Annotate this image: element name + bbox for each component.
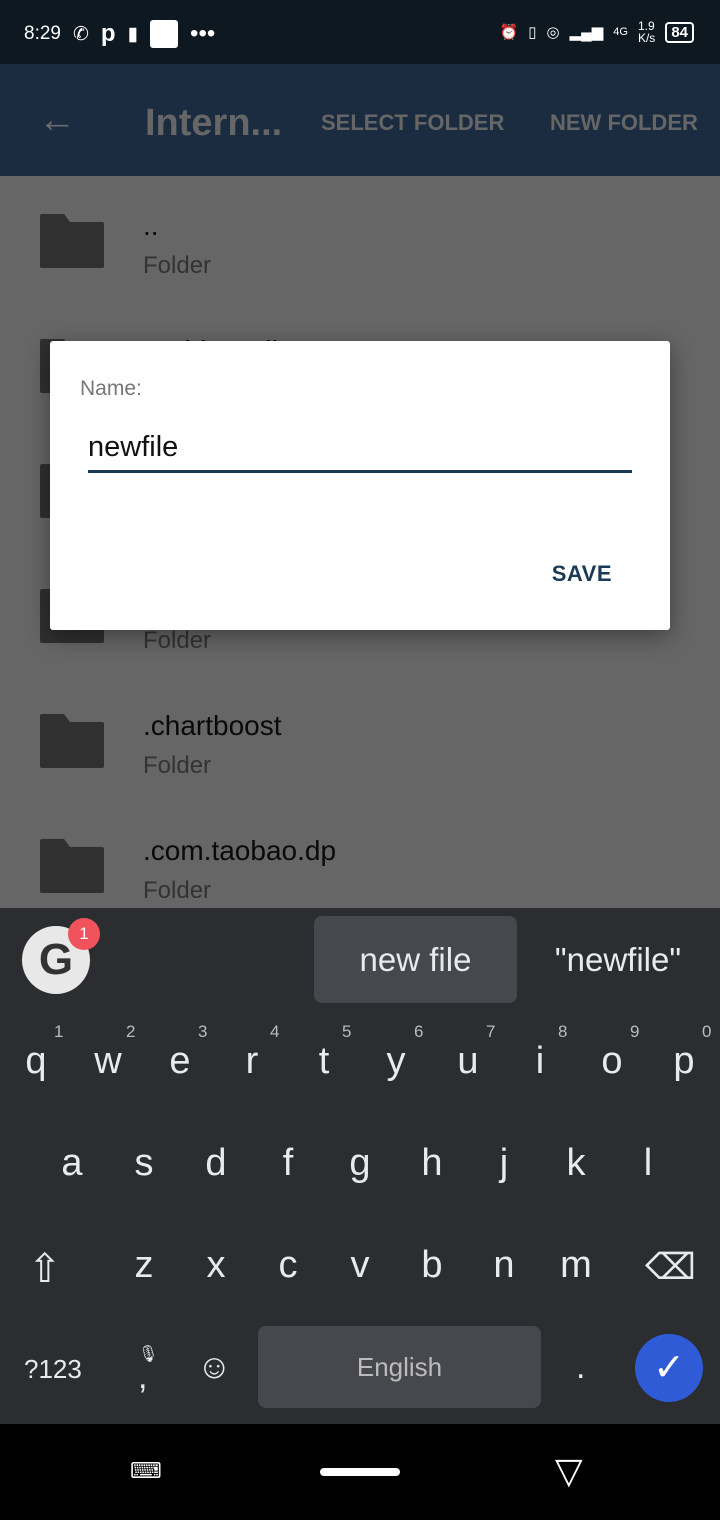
key-z[interactable]: z — [108, 1244, 180, 1287]
back-triangle-icon[interactable]: ▽ — [555, 1450, 583, 1492]
battery-icon: 84 — [665, 21, 694, 43]
key-w[interactable]: w — [72, 1040, 144, 1083]
key-k[interactable]: k — [540, 1142, 612, 1185]
key-r[interactable]: r — [216, 1040, 288, 1083]
key-e[interactable]: e — [144, 1040, 216, 1083]
key-d[interactable]: d — [180, 1142, 252, 1185]
key-a[interactable]: a — [36, 1142, 108, 1185]
key-hint: 1 — [54, 1022, 64, 1041]
key-s[interactable]: s — [108, 1142, 180, 1185]
key-hint: 6 — [414, 1022, 424, 1041]
name-input[interactable] — [88, 425, 632, 473]
item-type: Folder — [143, 877, 212, 904]
symbols-key[interactable]: ?123 — [24, 1354, 82, 1385]
key-i[interactable]: i — [504, 1040, 576, 1083]
key-x[interactable]: x — [180, 1244, 252, 1287]
shift-key[interactable]: ⇧ — [28, 1246, 62, 1292]
key-c[interactable]: c — [252, 1244, 324, 1287]
key-t[interactable]: t — [288, 1040, 360, 1083]
navigation-bar: ⌨ ▽ — [0, 1424, 720, 1520]
more-icon: ••• — [190, 20, 216, 47]
emoji-key[interactable]: ☺ — [197, 1348, 232, 1387]
enter-check-button[interactable]: ✓ — [635, 1334, 703, 1402]
key-hint: 8 — [558, 1022, 568, 1041]
key-l[interactable]: l — [612, 1142, 684, 1185]
clock: 8:29 — [24, 23, 61, 44]
signal-icon: ▂▄▆ — [569, 24, 604, 41]
key-hint: 9 — [630, 1022, 640, 1041]
item-type: Folder — [143, 627, 212, 654]
key-f[interactable]: f — [252, 1142, 324, 1185]
space-key[interactable]: English — [258, 1326, 541, 1408]
status-bar: 8:29 ✆ p ▮ ••• ⏰ ▯ ◎ ▂▄▆ 4G 1.9 K/s 84 — [0, 0, 720, 64]
app-bar: ← Intern... SELECT FOLDER NEW FOLDER — [0, 64, 720, 176]
vibrate-icon: ▯ — [528, 24, 537, 41]
key-q[interactable]: q — [0, 1040, 72, 1083]
back-arrow-icon[interactable]: ← — [38, 101, 76, 139]
battery-alert-icon: ▮ — [127, 23, 139, 45]
whatsapp-icon: ✆ — [72, 23, 89, 45]
comma-key[interactable]: , — [138, 1358, 147, 1397]
key-hint: 5 — [342, 1022, 352, 1041]
list-item[interactable]: .chartboost Folder — [0, 676, 720, 801]
select-folder-button[interactable]: SELECT FOLDER — [321, 110, 504, 136]
speed-unit: K/s — [637, 31, 656, 45]
period-key[interactable]: . — [576, 1348, 585, 1387]
suggestion[interactable]: new file — [314, 916, 517, 1003]
page-title: Intern... — [145, 102, 283, 144]
item-type: Folder — [143, 252, 212, 279]
key-hint: 0 — [702, 1022, 712, 1041]
key-o[interactable]: o — [576, 1040, 648, 1083]
notification-icon — [150, 20, 179, 48]
key-hint: 3 — [198, 1022, 208, 1041]
notification-badge: 1 — [68, 918, 100, 950]
key-n[interactable]: n — [468, 1244, 540, 1287]
item-name: .com.taobao.dp — [143, 835, 337, 866]
keyboard-switch-icon[interactable]: ⌨ — [130, 1458, 162, 1484]
key-m[interactable]: m — [540, 1244, 612, 1287]
key-g[interactable]: g — [324, 1142, 396, 1185]
suggestion[interactable]: "newfile" — [530, 916, 706, 1003]
folder-icon — [40, 714, 104, 768]
key-b[interactable]: b — [396, 1244, 468, 1287]
item-name: .. — [143, 210, 159, 241]
folder-icon — [40, 214, 104, 268]
backspace-key[interactable]: ⌫ — [645, 1246, 696, 1288]
alarm-icon: ⏰ — [499, 24, 519, 41]
save-button[interactable]: SAVE — [552, 561, 612, 587]
item-type: Folder — [143, 752, 212, 779]
key-j[interactable]: j — [468, 1142, 540, 1185]
key-hint: 2 — [126, 1022, 136, 1041]
key-hint: 7 — [486, 1022, 496, 1041]
key-p[interactable]: p — [648, 1040, 720, 1083]
list-item[interactable]: .. Folder — [0, 176, 720, 301]
key-u[interactable]: u — [432, 1040, 504, 1083]
key-h[interactable]: h — [396, 1142, 468, 1185]
hotspot-icon: ◎ — [546, 24, 560, 41]
item-name: .chartboost — [143, 710, 282, 741]
folder-icon — [40, 839, 104, 893]
name-dialog: Name: SAVE — [50, 341, 670, 630]
network-type: 4G — [613, 26, 628, 38]
home-pill[interactable] — [320, 1468, 400, 1476]
key-v[interactable]: v — [324, 1244, 396, 1287]
p-app-icon: p — [100, 20, 116, 47]
key-hint: 4 — [270, 1022, 280, 1041]
keyboard: G 1 new file "newfile" q1w2e3r4t5y6u7i8o… — [0, 908, 720, 1424]
new-folder-button[interactable]: NEW FOLDER — [550, 110, 698, 136]
key-y[interactable]: y — [360, 1040, 432, 1083]
name-label: Name: — [80, 377, 142, 400]
